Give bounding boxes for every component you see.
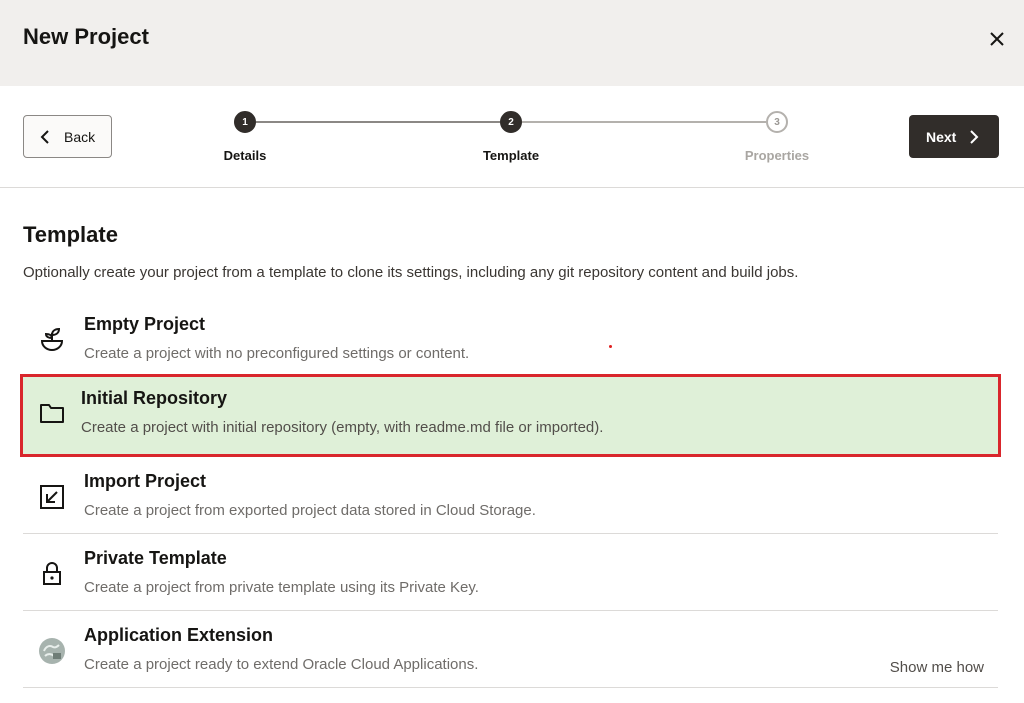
option-import-project[interactable]: Import Project Create a project from exp… — [23, 458, 998, 534]
plant-icon — [37, 325, 67, 355]
option-description: Create a project from private template u… — [84, 579, 479, 596]
folder-icon — [37, 398, 67, 428]
chevron-left-icon — [40, 129, 49, 144]
step-connector-1 — [256, 121, 500, 123]
step-2-label[interactable]: Template — [451, 148, 571, 163]
step-3-number: 3 — [774, 116, 780, 128]
step-3-label: Properties — [744, 148, 810, 163]
option-description: Create a project from exported project d… — [84, 502, 536, 519]
lock-icon — [37, 559, 67, 589]
back-button-label: Back — [64, 128, 96, 145]
back-button[interactable]: Back — [23, 115, 112, 158]
cursor-marker — [609, 345, 612, 348]
import-icon — [37, 482, 67, 512]
step-2-number: 2 — [508, 116, 514, 128]
dialog-title: New Project — [23, 24, 149, 49]
option-description: Create a project with initial repository… — [81, 419, 604, 436]
step-1-number: 1 — [242, 116, 248, 128]
option-empty-project[interactable]: Empty Project Create a project with no p… — [23, 301, 998, 377]
wizard-navigation: Back 1 Details 2 Template 3 Properties N… — [0, 86, 1024, 188]
option-name: Empty Project — [84, 314, 206, 334]
option-name: Import Project — [84, 471, 207, 491]
next-button-label: Next — [926, 128, 957, 145]
extension-icon — [37, 636, 67, 666]
next-button[interactable]: Next — [909, 115, 999, 158]
option-private-template[interactable]: Private Template Create a project from p… — [23, 535, 998, 611]
show-me-how-link[interactable]: Show me how — [890, 659, 984, 676]
option-initial-repository[interactable]: Initial Repository Create a project with… — [20, 374, 1001, 457]
chevron-right-icon — [970, 129, 979, 144]
dialog-header: New Project — [0, 0, 1024, 86]
step-2-indicator[interactable]: 2 — [500, 111, 522, 133]
step-connector-2 — [522, 121, 766, 123]
option-name: Application Extension — [84, 625, 274, 645]
section-description: Optionally create your project from a te… — [23, 264, 799, 281]
close-button[interactable] — [984, 26, 1010, 52]
option-description: Create a project ready to extend Oracle … — [84, 656, 479, 673]
option-description: Create a project with no preconfigured s… — [84, 345, 470, 362]
close-icon — [990, 32, 1004, 46]
option-name: Initial Repository — [81, 388, 228, 408]
section-title: Template — [23, 222, 118, 247]
option-application-extension[interactable]: Application Extension Create a project r… — [23, 612, 998, 688]
option-name: Private Template — [84, 548, 227, 568]
step-1-indicator[interactable]: 1 — [234, 111, 256, 133]
step-3-indicator: 3 — [766, 111, 788, 133]
step-1-label[interactable]: Details — [185, 148, 305, 163]
